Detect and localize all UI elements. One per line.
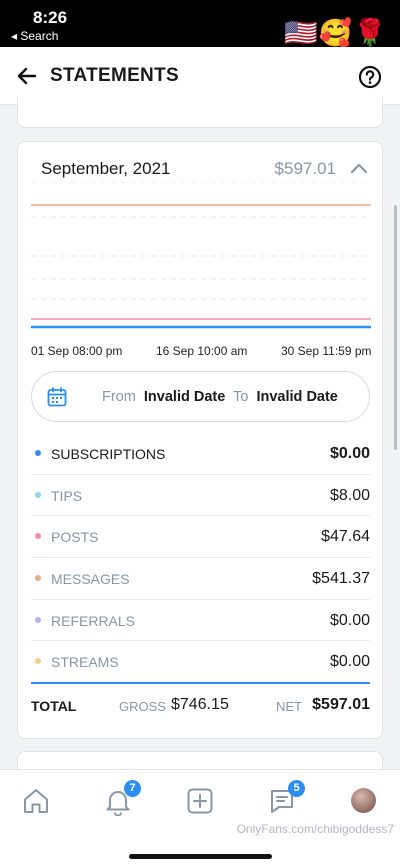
status-bar: 8:26 ◂ Search 🇺🇸🥰🌹 — [0, 0, 400, 48]
row-value: $8.00 — [329, 486, 370, 504]
list-item: STREAMS $0.00 — [31, 641, 370, 684]
date-range-text: From Invalid Date To Invalid Date — [102, 389, 338, 405]
messages-icon[interactable]: 5 — [267, 780, 305, 816]
x-label-start: 01 Sep 08:00 pm — [31, 344, 123, 358]
from-date-value[interactable]: Invalid Date — [144, 389, 225, 405]
gross-value: $746.15 — [171, 696, 229, 713]
legend-dot — [35, 491, 41, 498]
statement-total: $597.01 — [274, 159, 336, 178]
profile-avatar[interactable] — [351, 788, 376, 813]
earnings-breakdown-list: SUBSCRIPTIONS $0.00 TIPS $8.00 POSTS $47.64 ME… — [31, 433, 370, 684]
row-value: $0.00 — [329, 611, 370, 629]
row-value: $47.64 — [321, 528, 370, 546]
legend-dot — [35, 658, 41, 665]
previous-statement-card — [17, 96, 383, 128]
statement-month: September, 2021 — [41, 159, 171, 178]
row-value: $0.00 — [329, 445, 370, 462]
chevron-up-icon[interactable] — [348, 158, 370, 180]
status-time: 8:26 — [33, 8, 68, 27]
legend-dot — [35, 616, 41, 623]
add-post-icon[interactable] — [185, 786, 215, 816]
scrollbar[interactable] — [394, 205, 397, 450]
x-label-end: 30 Sep 11:59 pm — [281, 344, 372, 358]
calendar-icon — [46, 386, 68, 408]
row-label: TIPS — [51, 487, 83, 504]
help-icon[interactable] — [357, 64, 383, 90]
messages-badge: 5 — [288, 780, 305, 797]
list-item: TIPS $8.00 — [31, 475, 370, 517]
list-item: REFERRALS $0.00 — [31, 600, 370, 642]
bottom-navigation: 7 5 OnlyFans.com/chibigoddess7 — [0, 769, 400, 866]
list-item: MESSAGES $541.37 — [31, 558, 370, 600]
net-value: $597.01 — [312, 696, 370, 713]
statement-card: September, 2021 $597.01 01 Sep 08:00 pm … — [17, 141, 383, 739]
earnings-chart — [31, 181, 371, 332]
watermark: OnlyFans.com/chibigoddess7 — [236, 822, 394, 836]
row-label: POSTS — [51, 529, 99, 546]
notifications-bell-icon[interactable]: 7 — [103, 780, 141, 817]
back-to-search-link[interactable]: ◂ Search — [11, 29, 58, 43]
list-item: POSTS $47.64 — [31, 516, 370, 559]
net-label: NET — [276, 699, 302, 714]
row-label: SUBSCRIPTIONS — [51, 446, 166, 462]
x-label-middle: 16 Sep 10:00 am — [156, 344, 248, 358]
list-item: SUBSCRIPTIONS $0.00 — [31, 433, 370, 475]
home-icon[interactable] — [21, 786, 51, 816]
row-label: MESSAGES — [51, 571, 130, 588]
home-indicator — [129, 854, 272, 859]
row-value: $541.37 — [312, 570, 370, 588]
to-label: To — [233, 389, 249, 405]
status-emoji: 🇺🇸🥰🌹 — [284, 18, 388, 48]
totals-row: TOTAL GROSS $746.15 NET $597.01 — [31, 682, 370, 724]
legend-dot — [35, 450, 41, 456]
legend-dot — [35, 575, 41, 582]
date-range-picker[interactable]: From Invalid Date To Invalid Date — [31, 371, 370, 422]
row-value: $0.00 — [329, 653, 370, 671]
to-date-value[interactable]: Invalid Date — [256, 389, 337, 405]
row-label: REFERRALS — [51, 612, 136, 629]
from-label: From — [102, 389, 136, 405]
notifications-badge: 7 — [124, 780, 141, 797]
back-arrow-icon[interactable] — [14, 63, 40, 89]
page-title: STATEMENTS — [50, 65, 179, 86]
total-label: TOTAL — [31, 698, 77, 714]
legend-dot — [35, 533, 41, 540]
gross-label: GROSS — [119, 699, 166, 714]
row-label: STREAMS — [51, 654, 119, 671]
